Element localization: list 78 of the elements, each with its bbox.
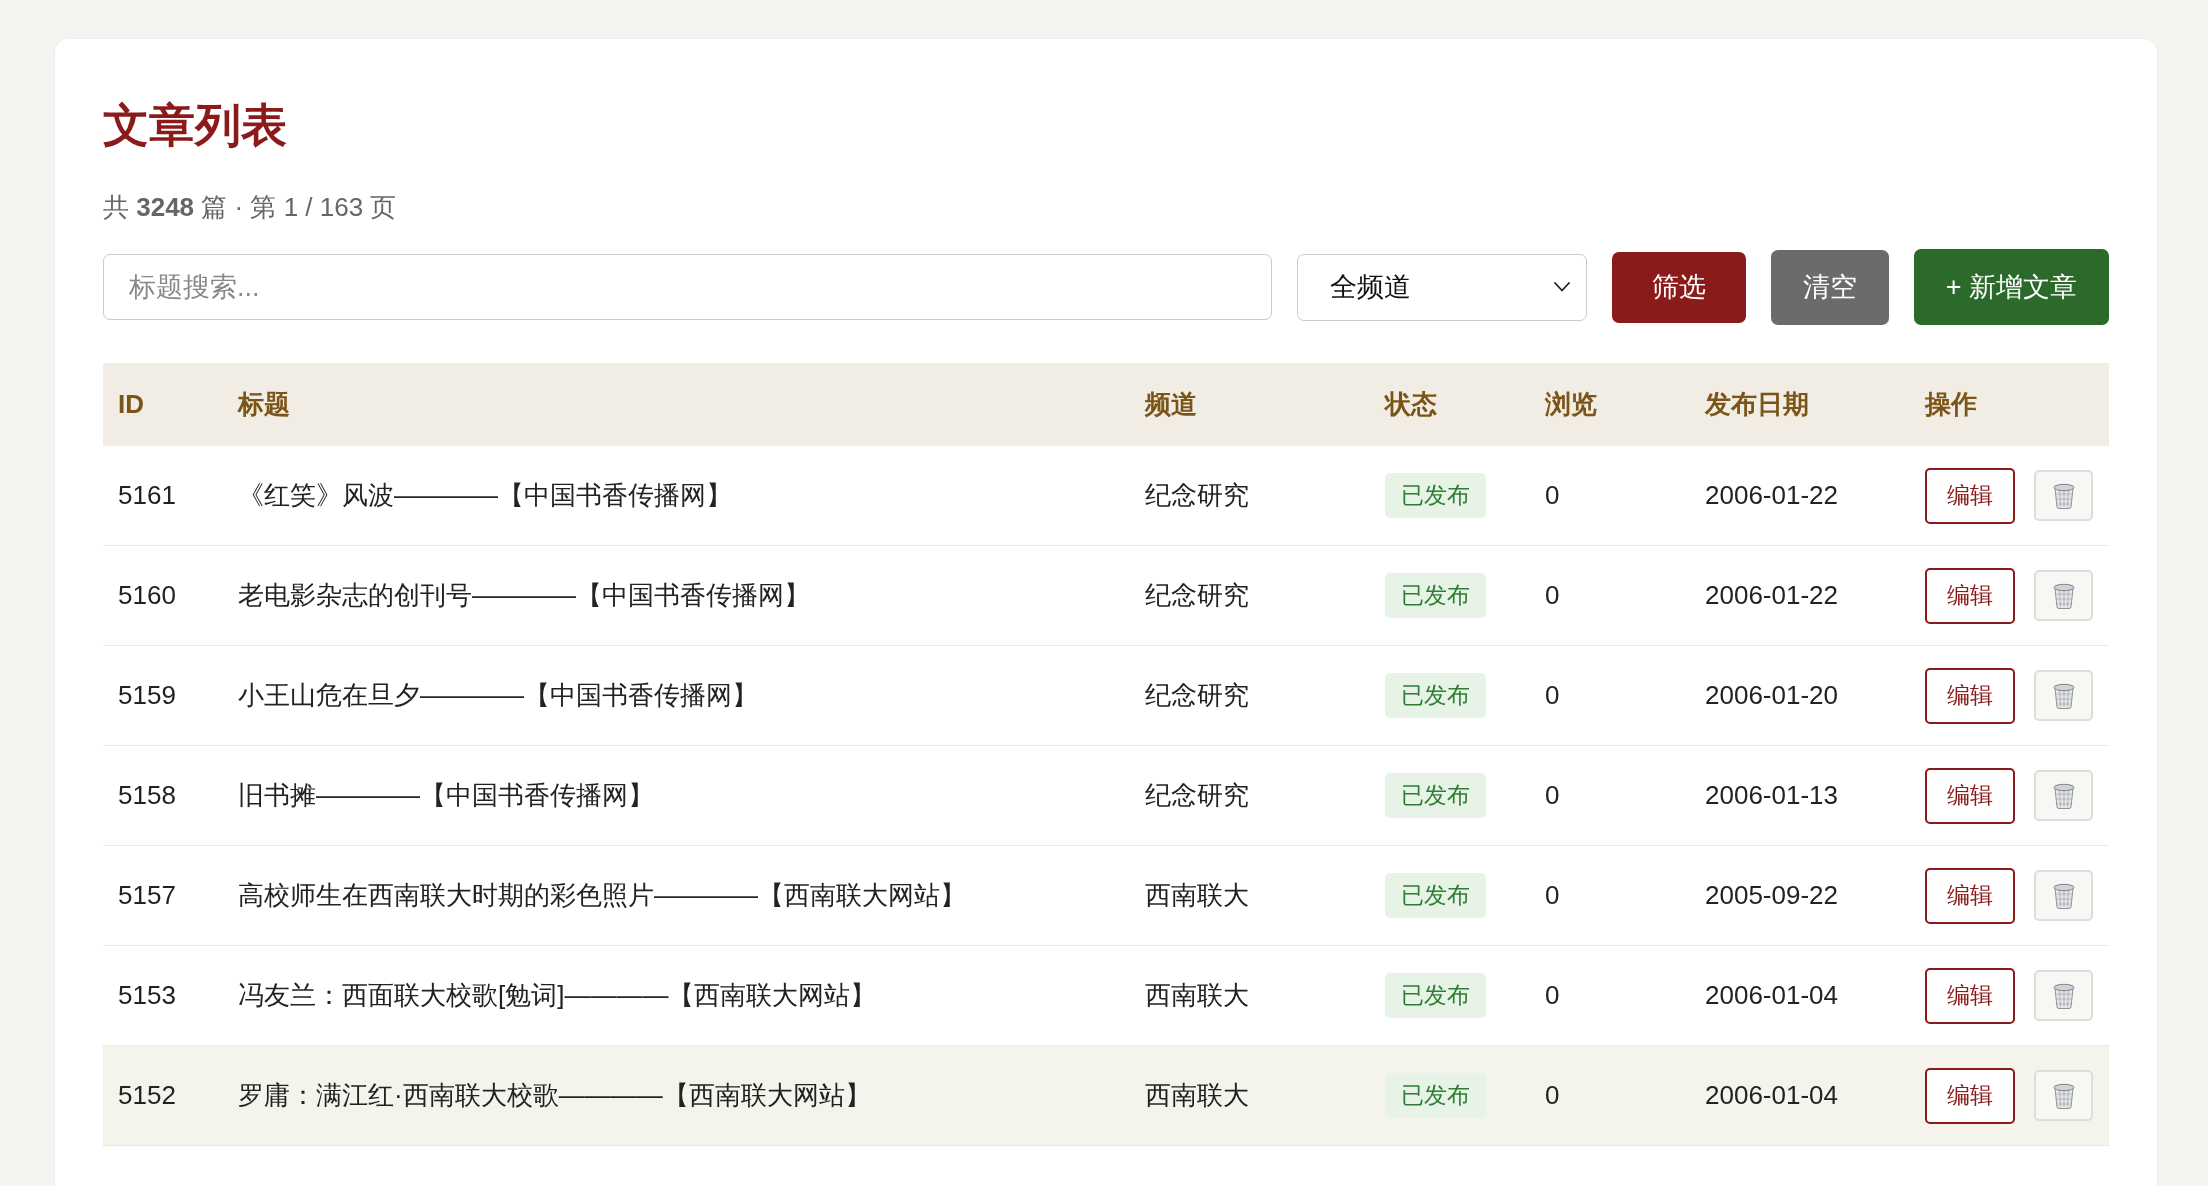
publish-date: 2006-01-20 [1705, 680, 1838, 710]
article-count-summary: 共 3248 篇 · 第 1 / 163 页 [103, 191, 397, 224]
article-title: 《红笑》风波————【中国书香传播网】 [238, 480, 732, 510]
article-id: 5152 [118, 1080, 176, 1110]
delete-button[interactable] [2034, 1070, 2093, 1121]
channel-name: 西南联大 [1145, 980, 1249, 1010]
publish-date: 2005-09-22 [1705, 880, 1838, 910]
add-article-button[interactable]: + 新增文章 [1913, 249, 2109, 325]
edit-button[interactable]: 编辑 [1925, 967, 2015, 1024]
publish-date: 2006-01-13 [1705, 780, 1838, 810]
article-title: 罗庸：满江红·西南联大校歌————【西南联大网站】 [238, 1080, 871, 1110]
delete-button[interactable] [2034, 570, 2093, 621]
article-title: 小王山危在旦夕————【中国书香传播网】 [238, 680, 758, 710]
edit-button[interactable]: 编辑 [1925, 867, 2015, 924]
filter-button[interactable]: 筛选 [1611, 251, 1746, 323]
status-badge: 已发布 [1385, 973, 1486, 1018]
view-count: 0 [1545, 580, 1560, 610]
search-field[interactable]: 标题搜索... [103, 254, 1272, 320]
delete-button[interactable] [2034, 670, 2093, 721]
channel-name: 纪念研究 [1145, 680, 1249, 710]
trash-icon [2052, 582, 2075, 609]
publish-date: 2006-01-04 [1705, 980, 1838, 1010]
delete-button[interactable] [2034, 770, 2093, 821]
delete-button[interactable] [2034, 870, 2093, 921]
status-badge: 已发布 [1385, 573, 1486, 618]
trash-icon [2052, 882, 2075, 909]
column-header: 浏览 [1545, 389, 1597, 419]
article-title: 高校师生在西南联大时期的彩色照片————【西南联大网站】 [238, 880, 966, 910]
channel-name: 纪念研究 [1145, 780, 1249, 810]
edit-button[interactable]: 编辑 [1925, 467, 2015, 524]
edit-button[interactable]: 编辑 [1925, 767, 2015, 824]
status-badge: 已发布 [1385, 873, 1486, 918]
article-id: 5161 [118, 480, 176, 510]
view-count: 0 [1545, 680, 1560, 710]
status-badge: 已发布 [1385, 673, 1486, 718]
article-id: 5160 [118, 580, 176, 610]
publish-date: 2006-01-22 [1705, 580, 1838, 610]
status-badge: 已发布 [1385, 473, 1486, 518]
article-title: 老电影杂志的创刊号————【中国书香传播网】 [238, 580, 810, 610]
column-header: 发布日期 [1705, 389, 1809, 419]
publish-date: 2006-01-04 [1705, 1080, 1838, 1110]
channel-name: 西南联大 [1145, 1080, 1249, 1110]
trash-icon [2052, 682, 2075, 709]
trash-icon [2052, 782, 2075, 809]
column-header: 标题 [238, 389, 290, 419]
page-title: 文章列表 [103, 98, 287, 153]
view-count: 0 [1545, 980, 1560, 1010]
trash-icon [2052, 982, 2075, 1009]
channel-name: 纪念研究 [1145, 580, 1249, 610]
column-header: 状态 [1385, 389, 1437, 419]
status-badge: 已发布 [1385, 773, 1486, 818]
channel-select[interactable]: 全频道 [1296, 253, 1587, 321]
chevron-down-icon [1553, 282, 1570, 292]
edit-button[interactable]: 编辑 [1925, 667, 2015, 724]
column-header: 频道 [1145, 389, 1197, 419]
article-id: 5157 [118, 880, 176, 910]
column-header: 操作 [1925, 389, 1977, 419]
clear-button[interactable]: 清空 [1770, 249, 1889, 325]
edit-button[interactable]: 编辑 [1925, 1067, 2015, 1124]
delete-button[interactable] [2034, 470, 2093, 521]
publish-date: 2006-01-22 [1705, 480, 1838, 510]
view-count: 0 [1545, 880, 1560, 910]
article-id: 5159 [118, 680, 176, 710]
article-title: 冯友兰：西面联大校歌[勉词]————【西南联大网站】 [238, 980, 877, 1010]
channel-name: 纪念研究 [1145, 480, 1249, 510]
channel-name: 西南联大 [1145, 880, 1249, 910]
view-count: 0 [1545, 780, 1560, 810]
trash-icon [2052, 1082, 2075, 1109]
column-header: ID [118, 389, 144, 419]
status-badge: 已发布 [1385, 1073, 1486, 1118]
view-count: 0 [1545, 1080, 1560, 1110]
article-id: 5158 [118, 780, 176, 810]
trash-icon [2052, 482, 2075, 509]
delete-button[interactable] [2034, 970, 2093, 1021]
article-title: 旧书摊————【中国书香传播网】 [238, 780, 654, 810]
article-id: 5153 [118, 980, 176, 1010]
view-count: 0 [1545, 480, 1560, 510]
edit-button[interactable]: 编辑 [1925, 567, 2015, 624]
